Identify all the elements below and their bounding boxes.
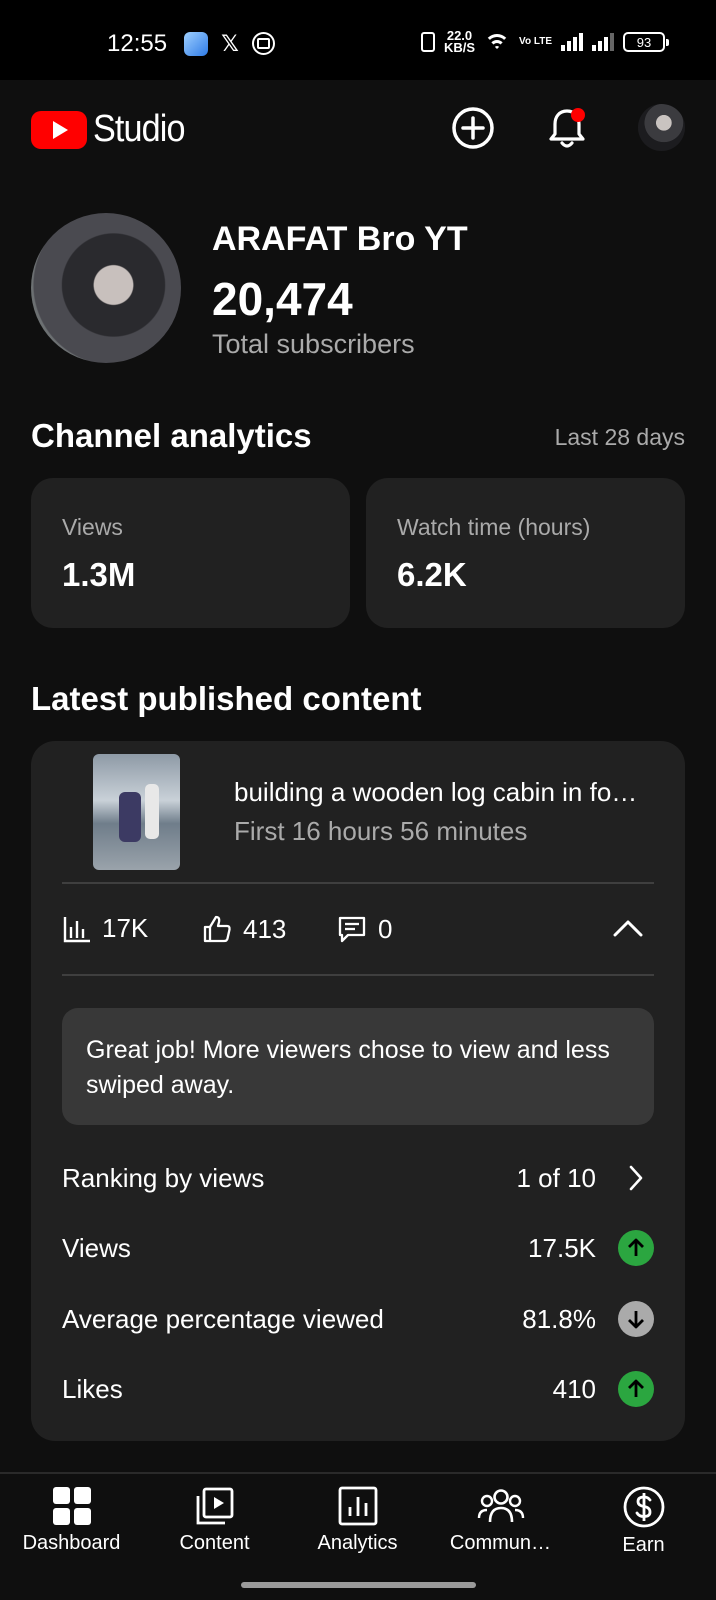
notifications-button[interactable] — [541, 102, 593, 154]
status-right-cluster: 22.0 KB/S Vo LTE 93 — [420, 29, 669, 55]
chevron-right-icon[interactable] — [618, 1160, 654, 1196]
create-button[interactable] — [447, 102, 499, 154]
signal-2-icon — [592, 33, 614, 51]
subscriber-label: Total subscribers — [212, 329, 415, 359]
row-value: 410 — [552, 1373, 596, 1404]
volte-indicator: Vo LTE — [519, 36, 552, 47]
views-metric-card[interactable]: Views 1.3M — [31, 478, 350, 628]
comment-icon — [338, 916, 366, 943]
row-label: Likes — [62, 1373, 123, 1404]
views-stat: 17K — [62, 913, 148, 944]
analytics-icon — [338, 1486, 377, 1526]
row-value: 81.8% — [522, 1303, 596, 1334]
ranking-row[interactable]: Ranking by views 1 of 10 — [62, 1153, 654, 1203]
video-thumbnail[interactable] — [93, 754, 180, 870]
signal-icon — [561, 33, 583, 51]
metric-label: Views — [62, 514, 123, 540]
battery-level: 93 — [636, 34, 652, 50]
nav-analytics[interactable]: Analytics — [286, 1474, 429, 1570]
logo-text: Studio — [93, 108, 185, 150]
youtube-logo-icon — [31, 110, 87, 149]
metric-label: Watch time (hours) — [397, 514, 591, 540]
channel-name: ARAFAT Bro YT — [212, 220, 468, 258]
app-bar: Studio — [0, 80, 716, 175]
nav-label: Analytics — [317, 1532, 398, 1554]
content-icon — [196, 1487, 233, 1525]
arrow-up-icon — [618, 1230, 654, 1266]
latest-content-card: building a wooden log cabin in fo… First… — [31, 741, 685, 1441]
divider — [62, 974, 654, 976]
likes-row: Likes 410 — [62, 1364, 654, 1414]
row-label: Views — [62, 1232, 131, 1263]
nav-label: Commun… — [449, 1532, 552, 1554]
metric-value: 1.3M — [62, 556, 136, 593]
community-icon — [477, 1489, 524, 1523]
row-value: 17.5K — [528, 1232, 596, 1263]
likes-stat-value: 413 — [243, 913, 287, 944]
divider — [62, 882, 654, 884]
status-bar: 12:55 𝕏 22.0 KB/S Vo LTE 93 — [0, 0, 716, 80]
views-stat-value: 17K — [102, 913, 149, 943]
studio-logo[interactable]: Studio — [31, 108, 195, 151]
subscriber-count: 20,474 — [212, 273, 353, 325]
network-speed: 22.0 KB/S — [443, 29, 476, 55]
wifi-icon — [484, 32, 511, 52]
collapse-button[interactable] — [606, 906, 650, 950]
notification-dot — [571, 108, 585, 122]
status-time: 12:55 — [107, 30, 168, 57]
nav-earn[interactable]: Earn — [572, 1474, 715, 1570]
gesture-bar — [241, 1582, 476, 1588]
views-row: Views 17.5K — [62, 1223, 654, 1273]
video-title[interactable]: building a wooden log cabin in fo… — [234, 777, 654, 808]
bottom-nav: Dashboard Content Analytics Commun… Earn — [0, 1472, 716, 1568]
nav-label: Dashboard — [22, 1532, 121, 1554]
row-label: Average percentage viewed — [62, 1303, 384, 1334]
analytics-period: Last 28 days — [554, 424, 685, 450]
avg-percentage-row: Average percentage viewed 81.8% — [62, 1294, 654, 1344]
nav-content[interactable]: Content — [143, 1474, 286, 1570]
battery-icon: 93 — [623, 32, 669, 52]
arrow-up-icon — [618, 1371, 654, 1407]
network-speed-unit: KB/S — [443, 40, 476, 55]
comments-stat-value: 0 — [378, 913, 393, 944]
latest-content-title: Latest published content — [31, 680, 422, 717]
nav-label: Content — [179, 1532, 250, 1554]
earn-icon — [623, 1486, 664, 1528]
plus-circle-icon — [452, 107, 494, 149]
dashboard-icon — [52, 1487, 91, 1525]
arrow-down-icon — [618, 1301, 654, 1337]
thumbs-up-icon — [203, 915, 231, 943]
account-avatar[interactable] — [638, 104, 685, 151]
x-app-icon: 𝕏 — [221, 31, 239, 56]
bar-chart-icon — [63, 916, 90, 942]
likes-stat: 413 — [201, 913, 286, 945]
nav-community[interactable]: Commun… — [429, 1474, 572, 1570]
chevron-up-icon — [613, 920, 643, 937]
row-value: 1 of 10 — [516, 1162, 596, 1193]
channel-avatar[interactable] — [31, 213, 181, 363]
watch-time-metric-card[interactable]: Watch time (hours) 6.2K — [366, 478, 685, 628]
performance-tip: Great job! More viewers chose to view an… — [62, 1008, 654, 1125]
app-notification-icon — [184, 32, 208, 56]
video-subtitle: First 16 hours 56 minutes — [234, 816, 528, 846]
metric-value: 6.2K — [397, 556, 467, 593]
media-app-icon — [252, 32, 275, 55]
vibrate-icon — [420, 32, 435, 52]
nav-dashboard[interactable]: Dashboard — [0, 1474, 143, 1570]
row-label: Ranking by views — [62, 1162, 265, 1193]
nav-label: Earn — [622, 1534, 665, 1556]
channel-analytics-title: Channel analytics — [31, 417, 312, 454]
comments-stat: 0 — [336, 913, 392, 945]
